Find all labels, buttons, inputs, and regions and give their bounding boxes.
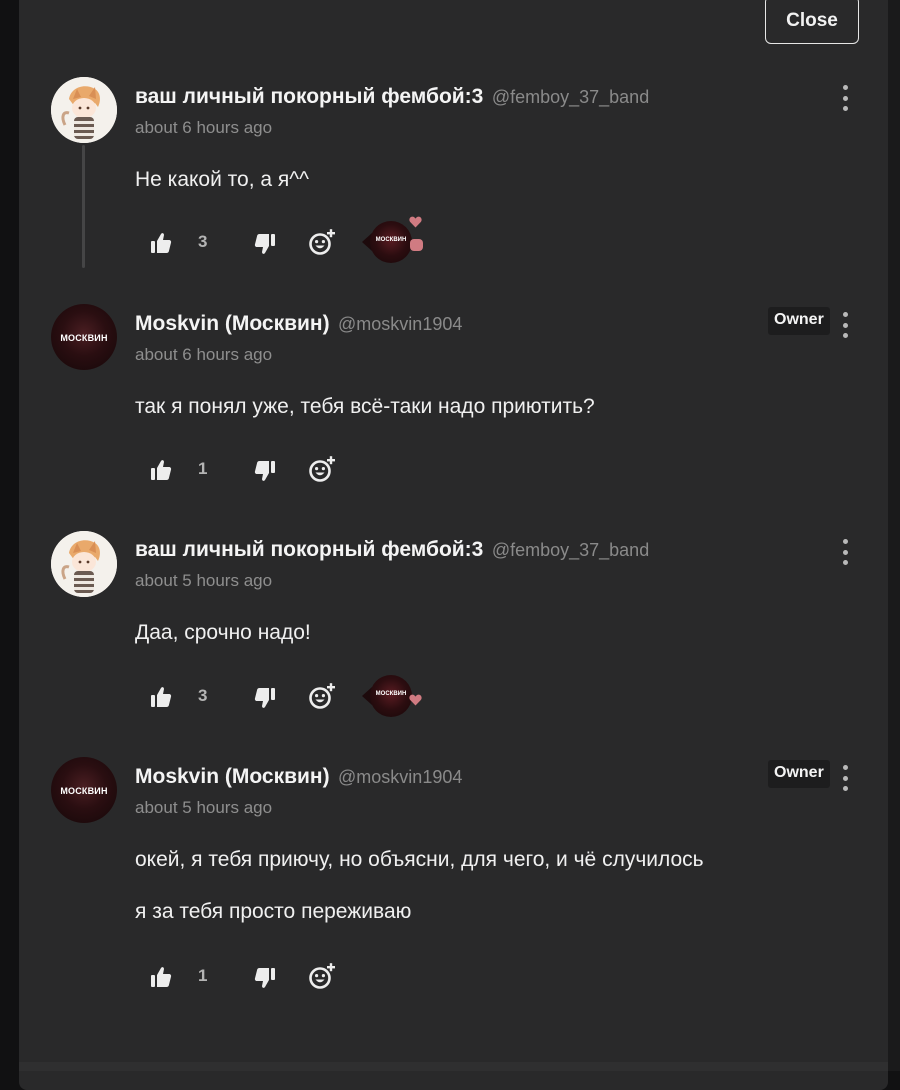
author-name[interactable]: ваш личный покорный фембой:3 xyxy=(135,538,483,561)
page-backdrop xyxy=(888,0,900,1071)
author-name[interactable]: Moskvin (Москвин) xyxy=(135,312,330,335)
comment-author: ваш личный покорный фембой:3 @femboy_37_… xyxy=(135,85,649,109)
avatar[interactable] xyxy=(51,531,117,597)
comment-text: окей, я тебя приючу, но объясни, для чег… xyxy=(135,848,704,871)
comment-actions: 1 xyxy=(0,965,900,995)
speech-bubble-icon xyxy=(410,239,423,251)
comment-actions: 1 xyxy=(0,458,900,488)
reaction-avatar-text: МОСКВИН xyxy=(375,691,407,697)
like-count: 3 xyxy=(198,686,208,705)
comment-timestamp[interactable]: about 5 hours ago xyxy=(135,798,272,818)
comment-actions: 3 МОСКВИН xyxy=(0,675,900,717)
author-handle[interactable]: @moskvin1904 xyxy=(338,314,462,334)
more-options-icon[interactable] xyxy=(838,312,852,338)
like-icon[interactable] xyxy=(150,458,172,482)
author-name[interactable]: Moskvin (Москвин) xyxy=(135,765,330,788)
like-count: 1 xyxy=(198,966,208,985)
comment-text: Не какой то, а я^^ xyxy=(135,168,309,191)
close-button[interactable]: Close xyxy=(765,0,859,44)
reaction-user-avatar[interactable]: МОСКВИН xyxy=(362,673,414,719)
add-reaction-icon[interactable] xyxy=(308,681,336,711)
like-count: 1 xyxy=(198,459,208,478)
avatar-text: МОСКВИН xyxy=(60,333,108,343)
reaction-avatar-text: МОСКВИН xyxy=(375,237,407,243)
avatar[interactable]: МОСКВИН xyxy=(51,304,117,370)
like-icon[interactable] xyxy=(150,231,172,255)
add-reaction-icon[interactable] xyxy=(308,961,336,991)
reaction-user-avatar[interactable]: МОСКВИН xyxy=(362,219,423,265)
add-reaction-icon[interactable] xyxy=(308,454,336,484)
reaction-avatar-image: МОСКВИН xyxy=(370,221,412,263)
comment-text: я за тебя просто переживаю xyxy=(135,900,412,923)
comment-timestamp[interactable]: about 6 hours ago xyxy=(135,118,272,138)
avatar[interactable]: МОСКВИН xyxy=(51,757,117,823)
owner-badge: Owner xyxy=(768,760,830,788)
more-options-icon[interactable] xyxy=(838,539,852,565)
comment-text: так я понял уже, тебя всё-таки надо прию… xyxy=(135,395,595,418)
more-options-icon[interactable] xyxy=(838,85,852,111)
comment-text: Даа, срочно надо! xyxy=(135,621,311,644)
comment-timestamp[interactable]: about 5 hours ago xyxy=(135,571,272,591)
avatar[interactable] xyxy=(51,77,117,143)
comment-timestamp[interactable]: about 6 hours ago xyxy=(135,345,272,365)
comment-actions: 3 МОСКВИН xyxy=(0,231,900,263)
like-count: 3 xyxy=(198,232,208,251)
author-handle[interactable]: @femboy_37_band xyxy=(492,540,649,560)
dislike-icon[interactable] xyxy=(254,232,276,256)
owner-badge: Owner xyxy=(768,307,830,335)
more-options-icon[interactable] xyxy=(838,765,852,791)
dislike-icon[interactable] xyxy=(254,459,276,483)
comment-author: ваш личный покорный фембой:3 @femboy_37_… xyxy=(135,538,649,562)
heart-icon xyxy=(409,216,422,228)
modal-footer-strip xyxy=(19,1062,888,1071)
comment-author: Moskvin (Москвин) @moskvin1904 xyxy=(135,312,462,336)
heart-icon xyxy=(409,694,422,706)
comment-author: Moskvin (Москвин) @moskvin1904 xyxy=(135,765,462,789)
dislike-icon[interactable] xyxy=(254,686,276,710)
author-handle[interactable]: @moskvin1904 xyxy=(338,767,462,787)
dislike-icon[interactable] xyxy=(254,966,276,990)
like-icon[interactable] xyxy=(150,965,172,989)
author-name[interactable]: ваш личный покорный фембой:3 xyxy=(135,85,483,108)
author-handle[interactable]: @femboy_37_band xyxy=(492,87,649,107)
avatar-text: МОСКВИН xyxy=(60,786,108,796)
add-reaction-icon[interactable] xyxy=(308,227,336,257)
like-icon[interactable] xyxy=(150,685,172,709)
reaction-avatar-image: МОСКВИН xyxy=(370,675,412,717)
